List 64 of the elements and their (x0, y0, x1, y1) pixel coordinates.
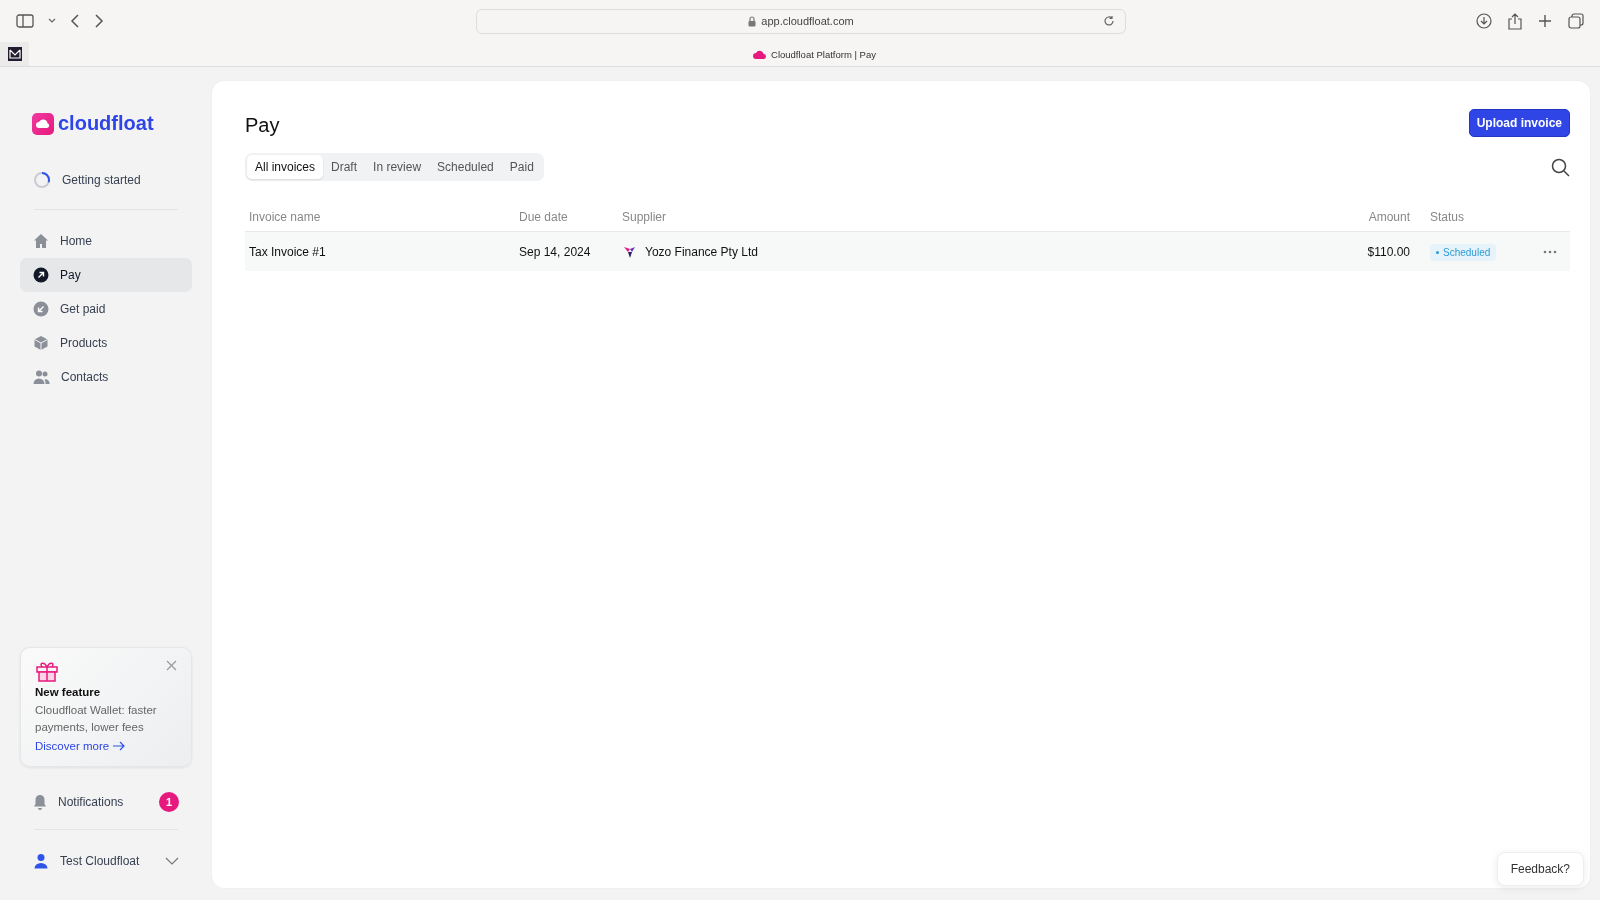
status-badge: Scheduled (1430, 243, 1497, 261)
table-cell-text: $110.00 (1366, 244, 1411, 259)
feedback-button[interactable]: Feedback? (1496, 852, 1584, 886)
reload-icon[interactable] (1103, 15, 1115, 27)
discover-more-link[interactable]: Discover more (35, 740, 126, 752)
logo-text: cloudfloat (58, 112, 154, 135)
download-icon[interactable] (1476, 13, 1492, 29)
more-options-icon[interactable] (1543, 249, 1557, 254)
table-cell-text: Tax Invoice #1 (249, 244, 327, 259)
user-menu[interactable]: Test Cloudfloat (20, 844, 192, 878)
back-icon[interactable] (70, 14, 80, 28)
column-header: Amount (1367, 210, 1411, 224)
cube-icon (33, 335, 49, 351)
nav-item[interactable]: Get paid (20, 292, 192, 326)
page-title: Pay (245, 113, 280, 137)
nav-item[interactable]: Home (20, 224, 192, 258)
cloud-icon (753, 49, 767, 59)
column-header: Status (1430, 210, 1466, 224)
nav-item[interactable]: Pay (20, 258, 192, 292)
table-cell-text: Sep 14, 2024 (519, 244, 592, 259)
supplier-logo-icon (622, 244, 636, 259)
table-row[interactable]: Tax Invoice #1 Sep 14, 2024 Yozo Finance Pty Ltd $110.00 Scheduled (245, 232, 1570, 271)
filter-tab[interactable]: Scheduled (429, 155, 502, 179)
url-text: app.cloudfloat.com (761, 15, 854, 27)
arrow-right-icon (113, 741, 126, 751)
arrow-up-right-icon (33, 267, 49, 283)
plus-icon[interactable] (1538, 14, 1552, 28)
close-icon[interactable] (166, 660, 177, 671)
filter-tab[interactable]: In review (365, 155, 430, 179)
gift-icon (35, 660, 59, 682)
nav-item[interactable]: Products (20, 326, 192, 360)
notifications-link[interactable]: Notifications 1 (20, 785, 192, 819)
filter-tab[interactable]: Paid (501, 155, 542, 179)
promo-text: Cloudfloat Wallet: faster payments, lower fees (35, 703, 158, 735)
lock-icon (748, 15, 757, 27)
envelope-icon (7, 47, 22, 61)
pinned-tab[interactable] (0, 42, 29, 66)
chevron-down-icon (165, 857, 179, 865)
share-icon[interactable] (1508, 12, 1522, 30)
filter-tab[interactable]: All invoices (247, 155, 324, 179)
forward-icon[interactable] (94, 14, 104, 28)
notification-count: 1 (159, 792, 179, 812)
column-header: Supplier (622, 210, 668, 224)
browser-tab[interactable]: Cloudfloat Platform | Pay (29, 48, 1600, 60)
table-cell: Yozo Finance Pty Ltd (645, 244, 758, 259)
getting-started-link[interactable]: Getting started (20, 163, 192, 197)
column-header: Due date (519, 210, 569, 224)
column-header: Invoice name (249, 210, 322, 224)
nav-item[interactable]: Contacts (20, 360, 192, 394)
search-icon[interactable] (1551, 157, 1570, 177)
upload-invoice-button[interactable]: Upload invoice (1468, 109, 1570, 137)
promo-title: New feature (35, 686, 102, 698)
people-icon (33, 369, 50, 385)
sidebar-toggle-icon[interactable] (16, 14, 34, 28)
bell-icon (33, 794, 47, 810)
user-avatar-icon (33, 853, 49, 869)
address-bar[interactable]: app.cloudfloat.com (476, 8, 1126, 34)
logo-icon (32, 112, 54, 135)
filter-tab[interactable]: Draft (323, 155, 366, 179)
home-icon (33, 233, 49, 249)
chevron-down-icon[interactable] (48, 18, 56, 24)
arrow-down-left-icon (33, 301, 49, 317)
tabs-overview-icon[interactable] (1568, 13, 1584, 29)
progress-ring-icon (33, 171, 51, 189)
